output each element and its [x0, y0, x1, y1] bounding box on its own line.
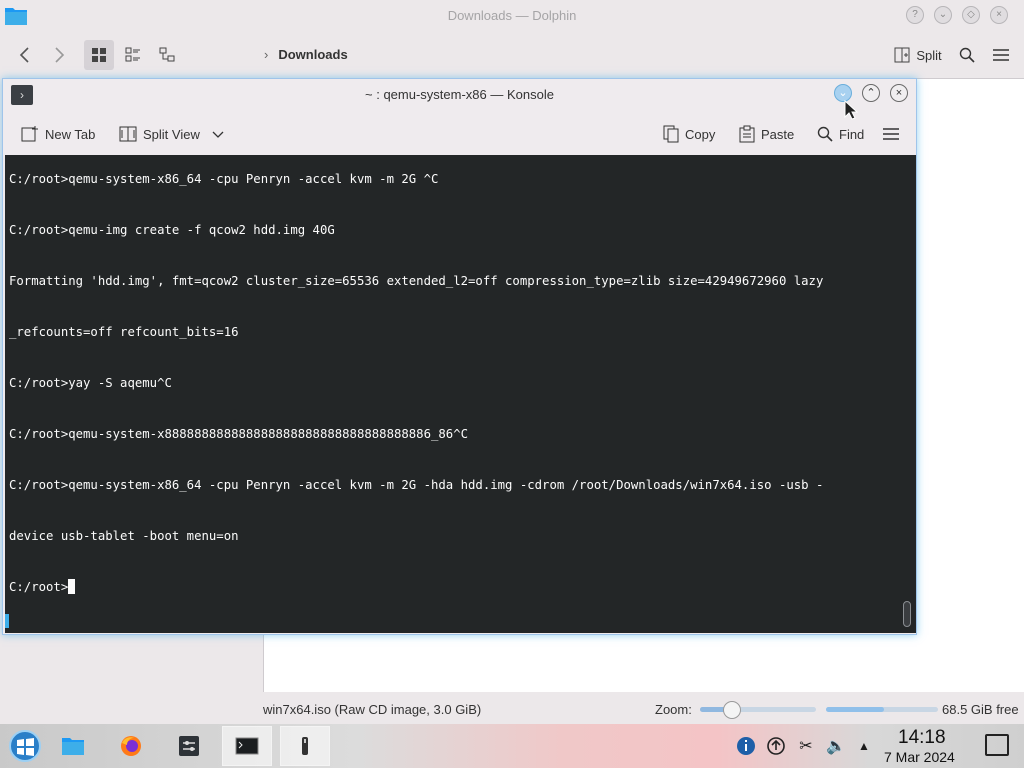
hamburger-menu-icon [883, 128, 899, 140]
clock-time[interactable]: 14:18 [898, 727, 946, 749]
close-icon[interactable]: × [990, 6, 1008, 24]
terminal-prompt-line[interactable]: C:/root> [9, 579, 899, 596]
taskbar-firefox[interactable] [106, 726, 156, 766]
find-icon [817, 126, 833, 142]
split-view-label: Split View [143, 126, 200, 142]
dolphin-titlebar[interactable]: Downloads — Dolphin ? ⌄ ◇ × [0, 0, 1024, 32]
terminal-output: ^C C:/root>qemu-system-x86_64 -cpu Penry… [9, 155, 899, 630]
taskbar-dolphin[interactable] [48, 726, 98, 766]
clock-date[interactable]: 7 Mar 2024 [884, 749, 955, 765]
find-button[interactable]: Find [817, 121, 864, 147]
chevron-down-icon [212, 131, 224, 138]
split-view-button[interactable]: Split View [119, 121, 224, 147]
terminal-line: C:/root>qemu-img create -f qcow2 hdd.img… [9, 223, 335, 237]
konsole-toolbar: New Tab Split View Copy Paste Find [3, 117, 916, 151]
close-icon[interactable]: × [890, 84, 908, 102]
split-icon [894, 47, 910, 63]
keep-above-icon[interactable]: ◇ [962, 6, 980, 24]
terminal-line: Formatting 'hdd.img', fmt=qcow2 cluster_… [9, 274, 824, 288]
search-icon [959, 47, 975, 63]
konsole-window: › ~ : qemu-system-x86 — Konsole ⌄ ⌃ × Ne… [2, 78, 917, 635]
qemu-icon [302, 737, 308, 755]
back-icon [19, 47, 29, 63]
forward-button[interactable] [44, 40, 74, 70]
dolphin-toolbar: › Downloads Split [0, 36, 1024, 74]
free-space-bar [826, 707, 938, 712]
taskbar-qemu[interactable] [280, 726, 330, 766]
start-menu-button[interactable] [0, 726, 50, 766]
details-view-button[interactable] [118, 40, 148, 70]
terminal-line: _refcounts=off refcount_bits=16 [9, 325, 239, 339]
hamburger-menu-icon [993, 49, 1009, 61]
forward-icon [55, 47, 65, 63]
search-button[interactable] [954, 40, 980, 70]
copy-label: Copy [685, 126, 716, 142]
terminal-scrollbar[interactable] [903, 601, 911, 627]
volume-icon[interactable]: 🔈 [826, 736, 846, 756]
paste-button[interactable]: Paste [739, 121, 794, 147]
zoom-label: Zoom: [655, 702, 692, 717]
new-tab-label: New Tab [45, 126, 96, 142]
free-space-label: 68.5 GiB free [942, 702, 1019, 717]
paste-icon [739, 125, 755, 143]
scissors-icon[interactable]: ✂ [796, 736, 816, 756]
taskbar-konsole[interactable] [222, 726, 272, 766]
konsole-menu-button[interactable] [883, 121, 899, 147]
copy-button[interactable]: Copy [663, 121, 715, 147]
icons-view-button[interactable] [84, 40, 114, 70]
update-icon[interactable] [766, 736, 786, 756]
dolphin-statusbar: win7x64.iso (Raw CD image, 3.0 GiB) Zoom… [0, 696, 1024, 722]
terminal-line: C:/root>qemu-system-x86_64 -cpu Penryn -… [9, 478, 824, 492]
icons-view-icon [92, 48, 106, 62]
minimize-icon[interactable]: ⌄ [934, 6, 952, 24]
line-marker [5, 614, 9, 628]
settings-icon [179, 736, 199, 756]
terminal-line: C:/root>qemu-system-x8888888888888888888… [9, 427, 469, 441]
copy-icon [663, 125, 679, 143]
free-space-fill [826, 707, 885, 712]
breadcrumb-downloads[interactable]: Downloads [278, 47, 347, 62]
show-desktop-button[interactable] [985, 734, 1009, 756]
breadcrumb[interactable]: › Downloads [264, 47, 348, 62]
start-menu-icon [9, 730, 41, 762]
mouse-pointer-icon [844, 100, 858, 120]
back-button[interactable] [10, 40, 40, 70]
terminal-icon [235, 737, 259, 755]
firefox-icon [121, 736, 141, 756]
tree-view-button[interactable] [152, 40, 182, 70]
paste-label: Paste [761, 126, 795, 142]
split-view-icon [119, 126, 137, 142]
terminal-line: C:/root>yay -S aqemu^C [9, 376, 172, 390]
info-icon[interactable] [736, 736, 756, 756]
split-button[interactable]: Split [888, 40, 948, 70]
split-label: Split [916, 47, 942, 63]
terminal-prompt: C:/root> [9, 580, 69, 594]
konsole-titlebar[interactable]: › ~ : qemu-system-x86 — Konsole ⌄ ⌃ × [3, 79, 916, 111]
hamburger-menu-button[interactable] [988, 40, 1014, 70]
find-label: Find [839, 126, 865, 142]
new-tab-button[interactable]: New Tab [21, 121, 95, 147]
maximize-icon[interactable]: ⌃ [862, 84, 880, 102]
konsole-window-title: ~ : qemu-system-x86 — Konsole [365, 87, 554, 102]
dolphin-window-title: Downloads — Dolphin [447, 8, 577, 23]
text-cursor [68, 579, 76, 594]
folder-icon [62, 738, 84, 755]
status-file-info: win7x64.iso (Raw CD image, 3.0 GiB) [263, 702, 482, 717]
taskbar-system-settings[interactable] [164, 726, 214, 766]
zoom-slider[interactable] [700, 701, 816, 719]
details-view-icon [125, 47, 140, 62]
taskbar: ✂ 🔈 ▲ 14:18 7 Mar 2024 [0, 724, 1024, 768]
tray-expand-icon[interactable]: ▲ [854, 736, 874, 756]
help-icon[interactable]: ? [906, 6, 924, 24]
zoom-slider-handle[interactable] [723, 701, 742, 719]
terminal-view[interactable]: ^C C:/root>qemu-system-x86_64 -cpu Penry… [5, 155, 916, 633]
terminal-line: device usb-tablet -boot menu=on [9, 529, 239, 543]
new-tab-icon [21, 126, 38, 142]
tree-view-icon [159, 47, 175, 62]
terminal-line: C:/root>qemu-system-x86_64 -cpu Penryn -… [9, 172, 439, 186]
